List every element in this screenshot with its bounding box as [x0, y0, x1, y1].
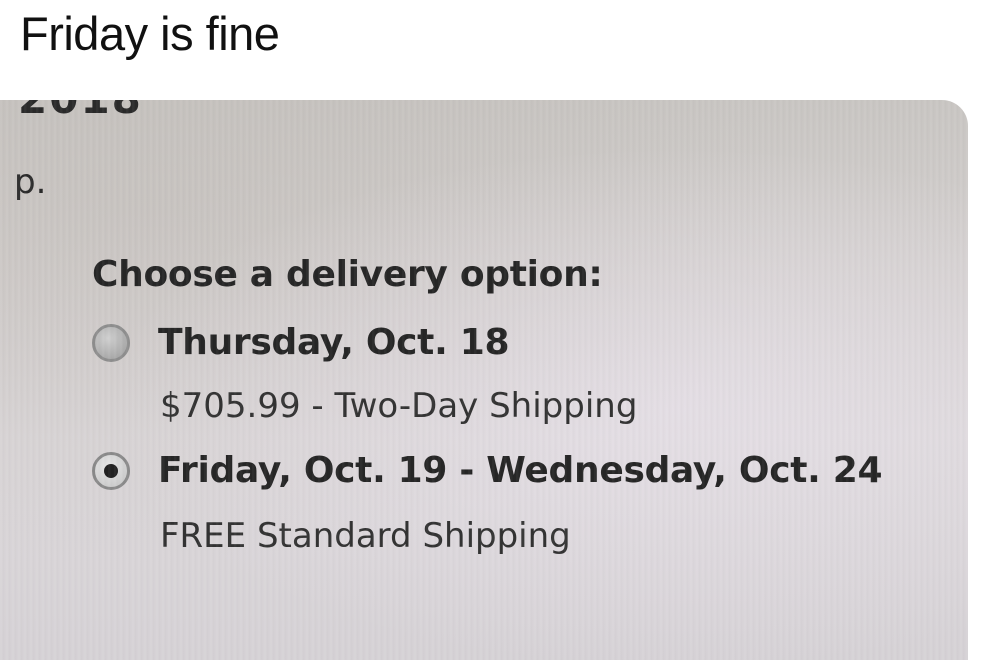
cropped-year-fragment: 2018 — [18, 100, 143, 123]
delivery-option-friday[interactable]: Friday, Oct. 19 - Wednesday, Oct. 24 — [92, 450, 883, 491]
delivery-option-thursday[interactable]: Thursday, Oct. 18 — [92, 322, 510, 363]
delivery-options-heading: Choose a delivery option: — [92, 254, 603, 295]
delivery-option-detail: FREE Standard Shipping — [160, 516, 571, 556]
screenshot-photo: 2018 p. Choose a delivery option: Thursd… — [0, 100, 968, 660]
delivery-option-detail: $705.99 - Two-Day Shipping — [160, 386, 638, 426]
radio-selected-icon[interactable] — [92, 451, 130, 490]
meme-caption: Friday is fine — [20, 7, 280, 60]
cropped-text-fragment: p. — [14, 162, 47, 202]
radio-unselected-icon[interactable] — [92, 323, 130, 362]
delivery-option-date: Friday, Oct. 19 - Wednesday, Oct. 24 — [158, 450, 883, 491]
delivery-option-date: Thursday, Oct. 18 — [158, 322, 510, 363]
